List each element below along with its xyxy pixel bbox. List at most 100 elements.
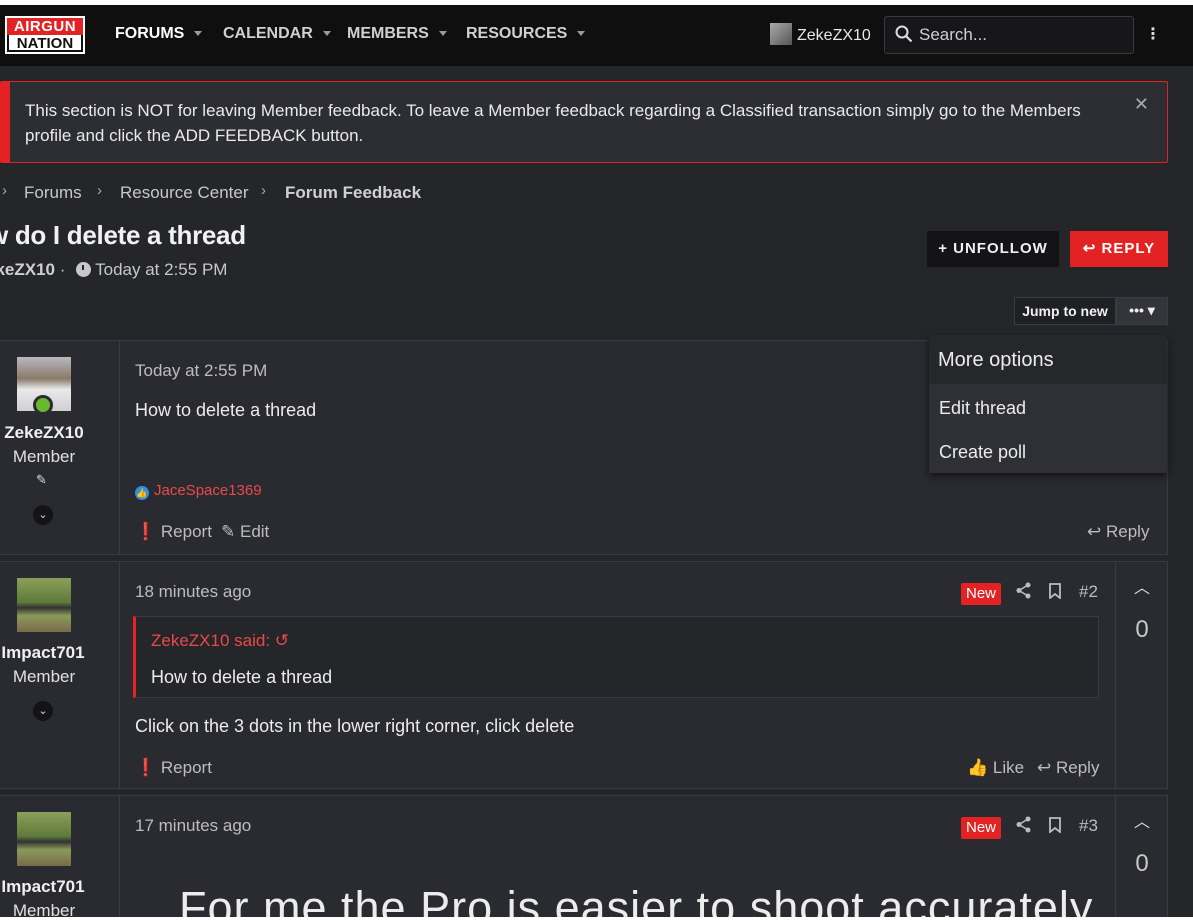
vote-count: 0 bbox=[1135, 616, 1149, 643]
account-username: ZekeZX10 bbox=[797, 27, 871, 44]
post-author-name[interactable]: ZekeZX10 bbox=[0, 423, 89, 443]
post-author-role: Member bbox=[12, 667, 76, 686]
logo-line2: NATION bbox=[7, 35, 83, 52]
undo-arrow-icon: ↺ bbox=[274, 631, 290, 650]
logo-line1: AIRGUN bbox=[7, 18, 83, 35]
quote-block: ZekeZX10 said: ↺ How to delete a thread bbox=[133, 616, 1099, 698]
notice-banner: This section is NOT for leaving Member f… bbox=[0, 81, 1168, 163]
close-icon[interactable]: ✕ bbox=[1134, 94, 1149, 115]
post-number[interactable]: #2 bbox=[1079, 582, 1098, 602]
edit-label: Edit bbox=[239, 522, 270, 541]
jump-to-new-button[interactable]: Jump to new bbox=[1014, 297, 1116, 325]
thread-meta: ekeZX10 · Today at 2:55 PM bbox=[0, 260, 227, 280]
post-time[interactable]: 17 minutes ago bbox=[135, 816, 251, 836]
nav-members[interactable]: MEMBERS bbox=[347, 25, 447, 43]
clock-icon bbox=[76, 262, 92, 277]
vertical-dots-icon[interactable]: ⋮ bbox=[1145, 24, 1161, 43]
menu-item-create-poll[interactable]: Create poll bbox=[939, 442, 1026, 463]
thread-time[interactable]: Today at 2:55 PM bbox=[95, 260, 227, 279]
forum-page: AIRGUN NATION FORUMS CALENDAR MEMBERS RE… bbox=[0, 5, 1193, 917]
meta-separator: · bbox=[59, 260, 66, 279]
post-reply-button[interactable]: ↩ Reply bbox=[1037, 758, 1099, 778]
chevron-right-icon: › bbox=[2, 182, 7, 199]
reactor-name: JaceSpace1369 bbox=[154, 482, 262, 499]
menu-item-edit-thread[interactable]: Edit thread bbox=[939, 398, 1026, 419]
quote-author[interactable]: ZekeZX10 said: ↺ bbox=[151, 631, 289, 651]
report-button[interactable]: ❗ Report bbox=[135, 522, 212, 542]
like-label: Like bbox=[992, 758, 1025, 777]
report-label: Report bbox=[160, 522, 212, 541]
reply-button[interactable]: ↩ REPLY bbox=[1070, 231, 1168, 267]
share-icon[interactable] bbox=[1015, 816, 1032, 837]
site-logo[interactable]: AIRGUN NATION bbox=[5, 16, 85, 54]
chevron-down-icon[interactable] bbox=[438, 31, 447, 37]
online-indicator-icon bbox=[33, 395, 53, 415]
edit-button[interactable]: ✎ Edit bbox=[221, 522, 269, 542]
more-options-menu: More options Edit thread Create poll bbox=[929, 335, 1167, 473]
post-3: Impact701 Member 17 minutes ago New #3 ︿… bbox=[0, 795, 1168, 917]
nav-forums-label: FORUMS bbox=[115, 25, 185, 42]
search-icon bbox=[895, 25, 913, 48]
more-options-label: ••• bbox=[1129, 302, 1144, 318]
bookmark-icon[interactable] bbox=[1048, 583, 1062, 603]
post-number[interactable]: #3 bbox=[1079, 816, 1098, 836]
new-badge: New bbox=[961, 583, 1001, 605]
vote-count: 0 bbox=[1135, 850, 1149, 877]
post-time[interactable]: 18 minutes ago bbox=[135, 582, 251, 602]
menu-header: More options bbox=[929, 335, 1167, 384]
post-time[interactable]: Today at 2:55 PM bbox=[135, 361, 267, 381]
alert-icon: ❗ bbox=[135, 758, 157, 777]
breadcrumb-resource-center[interactable]: Resource Center bbox=[120, 183, 249, 203]
reaction-summary[interactable]: 👍 JaceSpace1369 bbox=[135, 482, 262, 500]
post-author-name[interactable]: Impact701 bbox=[0, 643, 88, 663]
vote-panel: ︿ 0 bbox=[1115, 562, 1169, 788]
post-author-role: Member bbox=[12, 901, 76, 917]
reply-label: Reply bbox=[1105, 522, 1150, 541]
avatar[interactable] bbox=[17, 578, 71, 632]
chevron-right-icon: › bbox=[261, 182, 266, 199]
share-icon[interactable] bbox=[1015, 582, 1032, 603]
pencil-icon: ✎ bbox=[221, 522, 236, 541]
post-reply-button[interactable]: ↩ Reply bbox=[1087, 522, 1149, 542]
post-author-panel: ZekeZX10 Member ✎ ⌄ bbox=[0, 341, 120, 554]
reply-arrow-icon: ↩ bbox=[1087, 522, 1102, 541]
chevron-up-icon[interactable]: ︿ bbox=[1134, 808, 1150, 832]
thread-author[interactable]: ekeZX10 bbox=[0, 260, 55, 279]
breadcrumb-forums[interactable]: Forums bbox=[24, 183, 82, 203]
chevron-right-icon: › bbox=[97, 182, 102, 199]
report-button[interactable]: ❗ Report bbox=[135, 758, 212, 778]
post-author-name[interactable]: Impact701 bbox=[0, 877, 88, 897]
nav-resources-label: RESOURCES bbox=[466, 25, 568, 42]
chevron-down-icon[interactable]: ⌄ bbox=[33, 505, 53, 525]
account-menu[interactable]: ZekeZX10 bbox=[770, 23, 871, 45]
new-badge: New bbox=[961, 817, 1001, 839]
bookmark-icon[interactable] bbox=[1048, 817, 1062, 837]
avatar[interactable] bbox=[17, 812, 71, 866]
chevron-down-icon[interactable] bbox=[577, 31, 586, 37]
nav-members-label: MEMBERS bbox=[347, 25, 429, 42]
search-input[interactable] bbox=[919, 23, 1119, 47]
chevron-down-icon: ▾ bbox=[1147, 302, 1155, 318]
reply-arrow-icon: ↩ bbox=[1082, 240, 1102, 257]
post-author-role: Member bbox=[12, 447, 76, 466]
nav-forums[interactable]: FORUMS bbox=[115, 25, 203, 43]
reply-label: Reply bbox=[1055, 758, 1100, 777]
vote-panel: ︿ 0 bbox=[1115, 796, 1169, 917]
alert-icon: ❗ bbox=[135, 522, 157, 541]
quote-author-label: ZekeZX10 said: bbox=[151, 631, 271, 650]
like-button[interactable]: 👍 Like bbox=[967, 758, 1024, 778]
nav-calendar[interactable]: CALENDAR bbox=[223, 25, 331, 43]
chevron-down-icon[interactable]: ⌄ bbox=[33, 701, 53, 721]
post-author-panel: Impact701 Member ⌄ bbox=[0, 562, 120, 788]
top-navigation: AIRGUN NATION FORUMS CALENDAR MEMBERS RE… bbox=[0, 5, 1193, 66]
reply-arrow-icon: ↩ bbox=[1037, 758, 1052, 777]
nav-resources[interactable]: RESOURCES bbox=[466, 25, 586, 43]
unfollow-button[interactable]: + UNFOLLOW bbox=[927, 231, 1059, 267]
user-badge-icon: ✎ bbox=[36, 473, 47, 488]
chevron-up-icon[interactable]: ︿ bbox=[1134, 574, 1150, 598]
more-options-button[interactable]: ••• ▾ bbox=[1116, 297, 1168, 325]
search-box[interactable] bbox=[884, 16, 1134, 54]
chevron-down-icon[interactable] bbox=[194, 31, 203, 37]
chevron-down-icon[interactable] bbox=[322, 31, 331, 37]
breadcrumb-forum-feedback[interactable]: Forum Feedback bbox=[285, 183, 421, 203]
